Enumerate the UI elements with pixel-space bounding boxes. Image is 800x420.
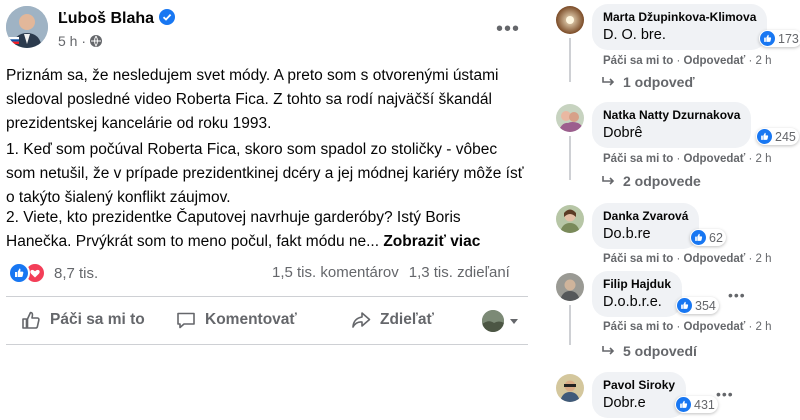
- share-button[interactable]: Zdieľať: [350, 306, 434, 334]
- post-paragraph-3: 2. Viete, kto prezidentke Čaputovej navr…: [6, 206, 526, 254]
- post-time[interactable]: 5 h ·: [58, 33, 86, 49]
- comment-text: Dobr.e: [603, 395, 646, 411]
- comment-reply-link[interactable]: Odpovedať: [684, 253, 746, 265]
- like-reaction-icon: [757, 129, 772, 144]
- reaction-count: 245: [775, 129, 796, 144]
- comment-actions: Páči sa mi to · Odpovedať · 2 h: [603, 321, 772, 333]
- like-button[interactable]: Páči sa mi to: [20, 306, 145, 334]
- like-reaction-icon: [8, 262, 30, 284]
- thread-line: [569, 38, 571, 82]
- comments-panel: Marta Džupinkova-Klimova D. O. bre. 173 …: [544, 0, 800, 420]
- comment-reactions[interactable]: 245: [756, 128, 799, 145]
- comment-reactions[interactable]: 354: [676, 297, 719, 314]
- comment-reply-link[interactable]: Odpovedať: [684, 321, 746, 333]
- reactions-count[interactable]: 8,7 tis.: [54, 265, 98, 282]
- like-reaction-icon: [691, 230, 706, 245]
- avatar[interactable]: [556, 374, 584, 402]
- author-name[interactable]: Ľuboš Blaha: [58, 9, 176, 28]
- comment-author[interactable]: Filip Hajduk: [603, 277, 671, 291]
- comment-button-label: Komentovať: [205, 311, 297, 328]
- like-reaction-icon: [677, 298, 692, 313]
- like-reaction-icon: [760, 31, 775, 46]
- profile-avatar: [482, 310, 504, 332]
- comment-actions: Páči sa mi to · Odpovedať · 2 h: [603, 55, 772, 67]
- reaction-count: 173: [778, 31, 799, 46]
- reaction-count: 431: [694, 397, 715, 412]
- comment-author[interactable]: Marta Džupinkova-Klimova: [603, 10, 756, 24]
- comment-button[interactable]: Komentovať: [175, 306, 297, 334]
- reactions-summary[interactable]: 8,7 tis.: [8, 262, 98, 284]
- globe-icon: [90, 35, 103, 47]
- comment-like-link[interactable]: Páči sa mi to: [603, 253, 673, 265]
- comment-author[interactable]: Natka Natty Dzurnakova: [603, 108, 740, 122]
- comment-actions: Páči sa mi to · Odpovedať · 2 h: [603, 253, 772, 265]
- comment-bubble: Pavol Siroky Dobr.e: [592, 372, 687, 418]
- comment-text: Do.b.re: [603, 226, 651, 242]
- comment-time[interactable]: 2 h: [756, 321, 772, 333]
- comment-text: D. O. bre.: [603, 27, 666, 43]
- reply-arrow-icon: [602, 176, 615, 185]
- comment-author[interactable]: Pavol Siroky: [603, 378, 675, 392]
- post-stats: 1,5 tis. komentárov 1,3 tis. zdieľaní: [272, 264, 510, 281]
- facebook-post: Ľuboš Blaha 5 h · ••• Priznám sa, že nes…: [0, 0, 540, 420]
- comment-text: D.o.b.r.e.: [603, 294, 662, 310]
- comment-reply-link[interactable]: Odpovedať: [684, 55, 746, 67]
- like-reaction-icon: [676, 397, 691, 412]
- comment-author[interactable]: Danka Zvarová: [603, 209, 688, 223]
- view-replies-button[interactable]: 1 odpoveď: [601, 74, 695, 90]
- avatar[interactable]: [556, 205, 584, 233]
- replies-label: 2 odpovede: [623, 173, 701, 189]
- avatar[interactable]: [556, 273, 584, 301]
- reaction-count: 354: [695, 298, 716, 313]
- divider: [6, 344, 528, 345]
- see-more-link[interactable]: Zobraziť viac: [383, 233, 480, 250]
- comment-bubble: Filip Hajduk D.o.b.r.e.: [592, 271, 683, 317]
- replies-label: 1 odpoveď: [623, 74, 695, 90]
- replies-label: 5 odpovedí: [623, 343, 697, 359]
- comment-reactions[interactable]: 431: [675, 396, 718, 413]
- comment-bubble: Danka Zvarová Do.b.re: [592, 203, 700, 249]
- comment-like-link[interactable]: Páči sa mi to: [603, 321, 673, 333]
- post-paragraph-2: 1. Keď som počúval Roberta Fica, skoro s…: [6, 141, 524, 206]
- author-avatar[interactable]: [6, 6, 48, 48]
- comment-bubble: Natka Natty Dzurnakova Dobrê: [592, 102, 752, 148]
- comment-time[interactable]: 2 h: [756, 253, 772, 265]
- comment-reactions[interactable]: 173: [759, 30, 800, 47]
- author-name-text[interactable]: Ľuboš Blaha: [58, 10, 154, 27]
- reply-arrow-icon: [602, 77, 615, 86]
- share-button-label: Zdieľať: [380, 311, 434, 328]
- view-replies-button[interactable]: 2 odpovede: [601, 173, 701, 189]
- avatar[interactable]: [556, 6, 584, 34]
- avatar[interactable]: [556, 104, 584, 132]
- more-options-icon[interactable]: •••: [496, 18, 520, 41]
- like-button-label: Páči sa mi to: [50, 311, 145, 328]
- shares-count[interactable]: 1,3 tis. zdieľaní: [409, 264, 510, 281]
- post-meta: 5 h ·: [58, 33, 103, 49]
- comment-time[interactable]: 2 h: [756, 55, 772, 67]
- comments-count[interactable]: 1,5 tis. komentárov: [272, 264, 399, 281]
- comment-text: Dobrê: [603, 125, 643, 141]
- verified-badge-icon: [159, 9, 176, 25]
- comment-bubble-icon: [177, 312, 195, 329]
- share-arrow-icon: [352, 312, 371, 328]
- comment-like-link[interactable]: Páči sa mi to: [603, 153, 673, 165]
- view-replies-button[interactable]: 5 odpovedí: [601, 343, 697, 359]
- comment-actions: Páči sa mi to · Odpovedať · 2 h: [603, 153, 772, 165]
- comment-reply-link[interactable]: Odpovedať: [684, 153, 746, 165]
- comment-reactions[interactable]: 62: [690, 229, 726, 246]
- post-paragraph-1: Priznám sa, že nesledujem svet módy. A p…: [6, 67, 499, 132]
- comment-like-link[interactable]: Páči sa mi to: [603, 55, 673, 67]
- divider: [6, 296, 528, 297]
- comment-bubble: Marta Džupinkova-Klimova D. O. bre.: [592, 4, 768, 50]
- reaction-count: 62: [709, 230, 723, 245]
- comment-more-options-icon[interactable]: •••: [728, 287, 746, 303]
- thread-line: [569, 305, 571, 345]
- thread-line: [569, 136, 571, 180]
- comment-more-options-icon[interactable]: •••: [716, 386, 734, 402]
- chevron-down-icon: [510, 318, 518, 324]
- reaction-identity-selector[interactable]: [482, 310, 518, 332]
- comment-time[interactable]: 2 h: [756, 153, 772, 165]
- thumbs-up-icon: [22, 311, 40, 329]
- reply-arrow-icon: [602, 346, 615, 355]
